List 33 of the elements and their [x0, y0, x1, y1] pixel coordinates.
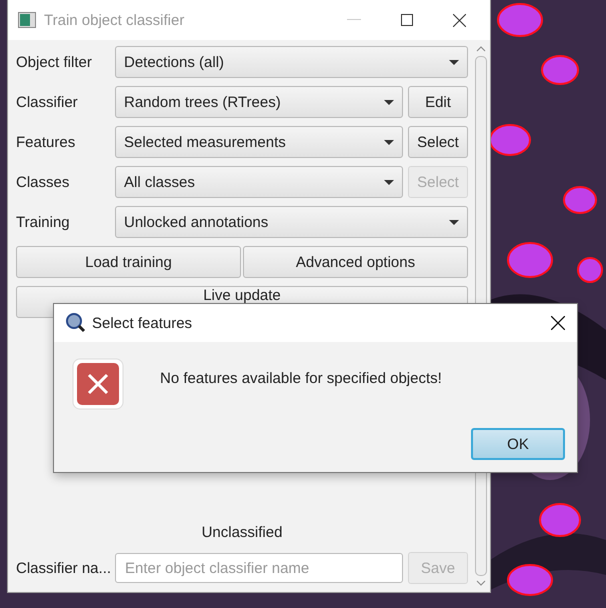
- caret-icon: [449, 60, 459, 64]
- field-label: Object filter: [16, 54, 93, 70]
- button[interactable]: Load training: [16, 246, 241, 278]
- close-icon[interactable]: [551, 316, 565, 330]
- close-icon[interactable]: [453, 14, 466, 26]
- maximize-icon[interactable]: [401, 14, 413, 26]
- field-label: Classes: [16, 174, 70, 190]
- dropdown[interactable]: Selected measurements: [115, 126, 403, 158]
- magnifier-icon: [66, 313, 86, 333]
- button[interactable]: Select: [408, 126, 468, 158]
- button[interactable]: Advanced options: [243, 246, 468, 278]
- field-label: Features: [16, 134, 76, 150]
- ok-button[interactable]: OK: [471, 428, 565, 460]
- scroll-down-icon[interactable]: [476, 580, 486, 586]
- input-field[interactable]: Enter object classifier name: [115, 553, 403, 583]
- dropdown[interactable]: All classes: [115, 166, 403, 198]
- field-label: Classifier: [16, 94, 79, 110]
- dropdown[interactable]: Random trees (RTrees): [115, 86, 403, 118]
- scroll-up-icon[interactable]: [476, 46, 486, 52]
- field-label: Training: [16, 214, 71, 230]
- button[interactable]: Edit: [408, 86, 468, 118]
- dropdown[interactable]: Unlocked annotations: [115, 206, 468, 238]
- app-icon: [18, 12, 36, 28]
- status-text: Unclassified: [200, 524, 284, 543]
- caret-icon: [384, 140, 394, 144]
- error-message: No features available for specified objects!: [160, 370, 442, 387]
- window-title: Train object classifier: [44, 12, 186, 28]
- field-label: Classifier na...: [16, 560, 110, 576]
- caret-icon: [384, 180, 394, 184]
- error-icon: [72, 358, 124, 410]
- caret-icon: [384, 100, 394, 104]
- dropdown[interactable]: Detections (all): [115, 46, 468, 78]
- caret-icon: [449, 220, 459, 224]
